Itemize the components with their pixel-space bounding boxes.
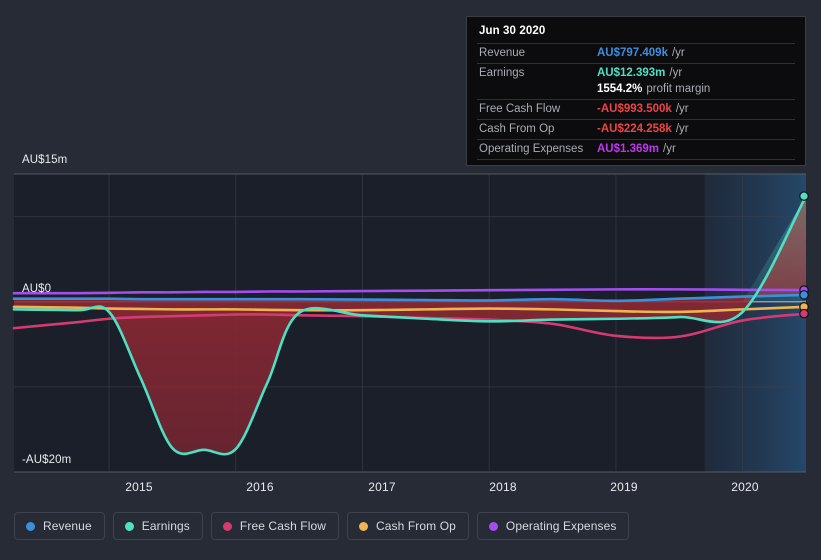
x-axis-label: 2016 xyxy=(246,480,274,494)
tooltip-row-label: Free Cash Flow xyxy=(479,103,561,115)
legend-color-dot xyxy=(222,521,232,531)
tooltip-row-value: -AU$993.500k xyxy=(597,103,672,115)
x-axis-label: 2015 xyxy=(125,480,153,494)
x-axis-label: 2017 xyxy=(368,480,396,494)
tooltip-row-label: Operating Expenses xyxy=(479,143,584,155)
data-point-marker-revenue[interactable] xyxy=(799,290,809,300)
legend-item-operating-expenses[interactable]: Operating Expenses xyxy=(476,512,630,540)
tooltip-row: Operating Expenses AU$1.369m/yr xyxy=(477,139,795,159)
tooltip-row-label: Earnings xyxy=(479,67,525,79)
tooltip-row-suffix: /yr xyxy=(675,123,689,135)
tooltip-row-value-group: AU$797.409k/yr xyxy=(597,47,685,59)
y-axis-label: -AU$20m xyxy=(22,454,72,466)
legend-color-dot xyxy=(488,521,498,531)
tooltip-date: Jun 30 2020 xyxy=(479,25,546,37)
y-axis-label: AU$0 xyxy=(22,283,52,295)
tooltip-row-value-group: -AU$224.258k/yr xyxy=(597,123,689,135)
tooltip-row-value-group: 1554.2% profit margin xyxy=(597,83,710,95)
tooltip-row-value-group: -AU$993.500k/yr xyxy=(597,103,689,115)
tooltip-row: Cash From Op -AU$224.258k/yr xyxy=(477,119,795,139)
tooltip-row-label: Revenue xyxy=(479,47,526,59)
tooltip-row-suffix: profit margin xyxy=(646,83,711,95)
tooltip-row-value-group: AU$1.369m/yr xyxy=(597,143,676,155)
tooltip-row-suffix: /yr xyxy=(675,103,689,115)
legend-item-label: Revenue xyxy=(43,519,92,533)
y-axis-label: AU$15m xyxy=(22,154,68,166)
legend-item-label: Cash From Op xyxy=(376,519,456,533)
legend-item-label: Operating Expenses xyxy=(505,519,617,533)
legend-item-free-cash-flow[interactable]: Free Cash Flow xyxy=(210,512,340,540)
tooltip-row-value: AU$12.393m xyxy=(597,67,666,79)
x-axis-label: 2019 xyxy=(610,480,638,494)
tooltip-row: Free Cash Flow -AU$993.500k/yr xyxy=(477,99,795,119)
data-tooltip: Jun 30 2020 Revenue AU$797.409k/yr Earning… xyxy=(466,16,806,166)
x-axis-label: 2020 xyxy=(731,480,759,494)
tooltip-footer-rule xyxy=(477,159,795,161)
tooltip-row-label: Cash From Op xyxy=(479,123,555,135)
tooltip-row-suffix: /yr xyxy=(669,67,683,79)
legend-item-earnings[interactable]: Earnings xyxy=(112,512,203,540)
tooltip-row-value: 1554.2% xyxy=(597,83,643,95)
legend-item-cash-from-op[interactable]: Cash From Op xyxy=(347,512,469,540)
tooltip-row: Earnings AU$12.393m/yr xyxy=(477,63,795,83)
legend-color-dot xyxy=(124,521,134,531)
tooltip-row-value-group: AU$12.393m/yr xyxy=(597,67,682,79)
tooltip-row-value: AU$1.369m xyxy=(597,143,660,155)
legend-item-label: Free Cash Flow xyxy=(239,519,327,533)
tooltip-row: Revenue AU$797.409k/yr xyxy=(477,43,795,63)
tooltip-row: 1554.2% profit margin xyxy=(477,83,795,99)
x-axis-label: 2018 xyxy=(489,480,517,494)
data-point-marker-free-cash-flow[interactable] xyxy=(799,308,809,319)
legend-item-revenue[interactable]: Revenue xyxy=(14,512,105,540)
legend-color-dot xyxy=(359,521,369,531)
financial-chart: AU$15m AU$0 -AU$20m 2015 2016 2017 2018 2019 20… xyxy=(0,0,821,560)
tooltip-row-value: AU$797.409k xyxy=(597,47,668,59)
legend-color-dot xyxy=(26,521,35,531)
tooltip-row-value: -AU$224.258k xyxy=(597,123,672,135)
tooltip-row-suffix: /yr xyxy=(671,47,685,59)
data-point-marker-earnings[interactable] xyxy=(799,191,809,201)
chart-legend: Revenue Earnings Free Cash Flow Cash From O… xyxy=(14,512,630,540)
tooltip-rows: Revenue AU$797.409k/yr Earnings AU$12.393m /… xyxy=(477,43,795,159)
tooltip-row-suffix: /yr xyxy=(663,143,676,155)
legend-item-label: Earnings xyxy=(141,519,190,533)
